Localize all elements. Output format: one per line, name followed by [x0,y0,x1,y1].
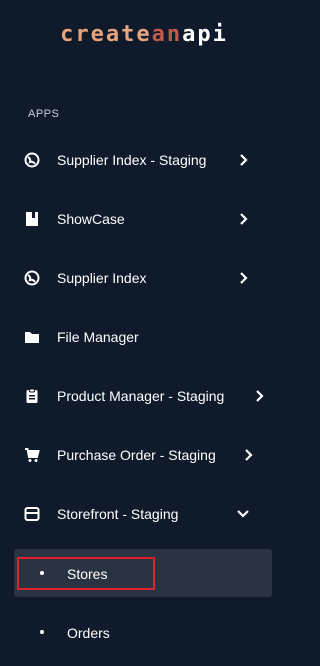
sidebar-item-purchase-order-staging[interactable]: Purchase Order - Staging [0,435,288,475]
logo-part-an: an [151,22,183,47]
sidebar-subitem-stores[interactable]: Stores [14,549,272,597]
chevron-right-icon [239,212,249,226]
app-logo[interactable]: createanapi [0,22,288,47]
bullet-icon [40,630,44,634]
chevron-right-icon [255,389,265,403]
chevron-right-icon [244,448,254,462]
chevron-right-icon [239,271,249,285]
logo-part-create: create [60,22,152,47]
sidebar-item-file-manager[interactable]: File Manager [0,317,288,357]
sidebar-item-label: Supplier Index [57,270,147,286]
sidebar-item-supplier-index-staging[interactable]: Supplier Index - Staging [0,140,288,180]
sidebar-item-label: Storefront - Staging [57,506,179,522]
globe-icon [24,152,40,168]
sidebar-item-label: Supplier Index - Staging [57,152,207,168]
sidebar-item-storefront-staging[interactable]: Storefront - Staging [0,494,288,534]
chevron-right-icon [239,153,249,167]
sidebar-item-label: Purchase Order - Staging [57,447,216,463]
storefront-icon [24,506,40,522]
clipboard-icon [24,388,40,404]
highlight-box [17,557,155,590]
chevron-down-icon [236,507,250,521]
sidebar-subitem-orders[interactable]: Orders [14,608,272,656]
section-label-apps: APPS [28,108,60,120]
book-icon [24,211,40,227]
sidebar-item-label: Product Manager - Staging [57,388,225,404]
sidebar-subitem-label: Orders [67,625,110,641]
sidebar-item-label: ShowCase [57,211,125,227]
globe-icon [24,270,40,286]
logo-part-api: api [182,22,228,47]
sidebar-item-showcase[interactable]: ShowCase [0,199,288,239]
folder-icon [24,329,40,345]
sidebar-item-supplier-index[interactable]: Supplier Index [0,258,288,298]
sidebar-item-product-manager-staging[interactable]: Product Manager - Staging [0,376,288,416]
cart-icon [24,447,40,463]
sidebar-item-label: File Manager [57,329,139,345]
